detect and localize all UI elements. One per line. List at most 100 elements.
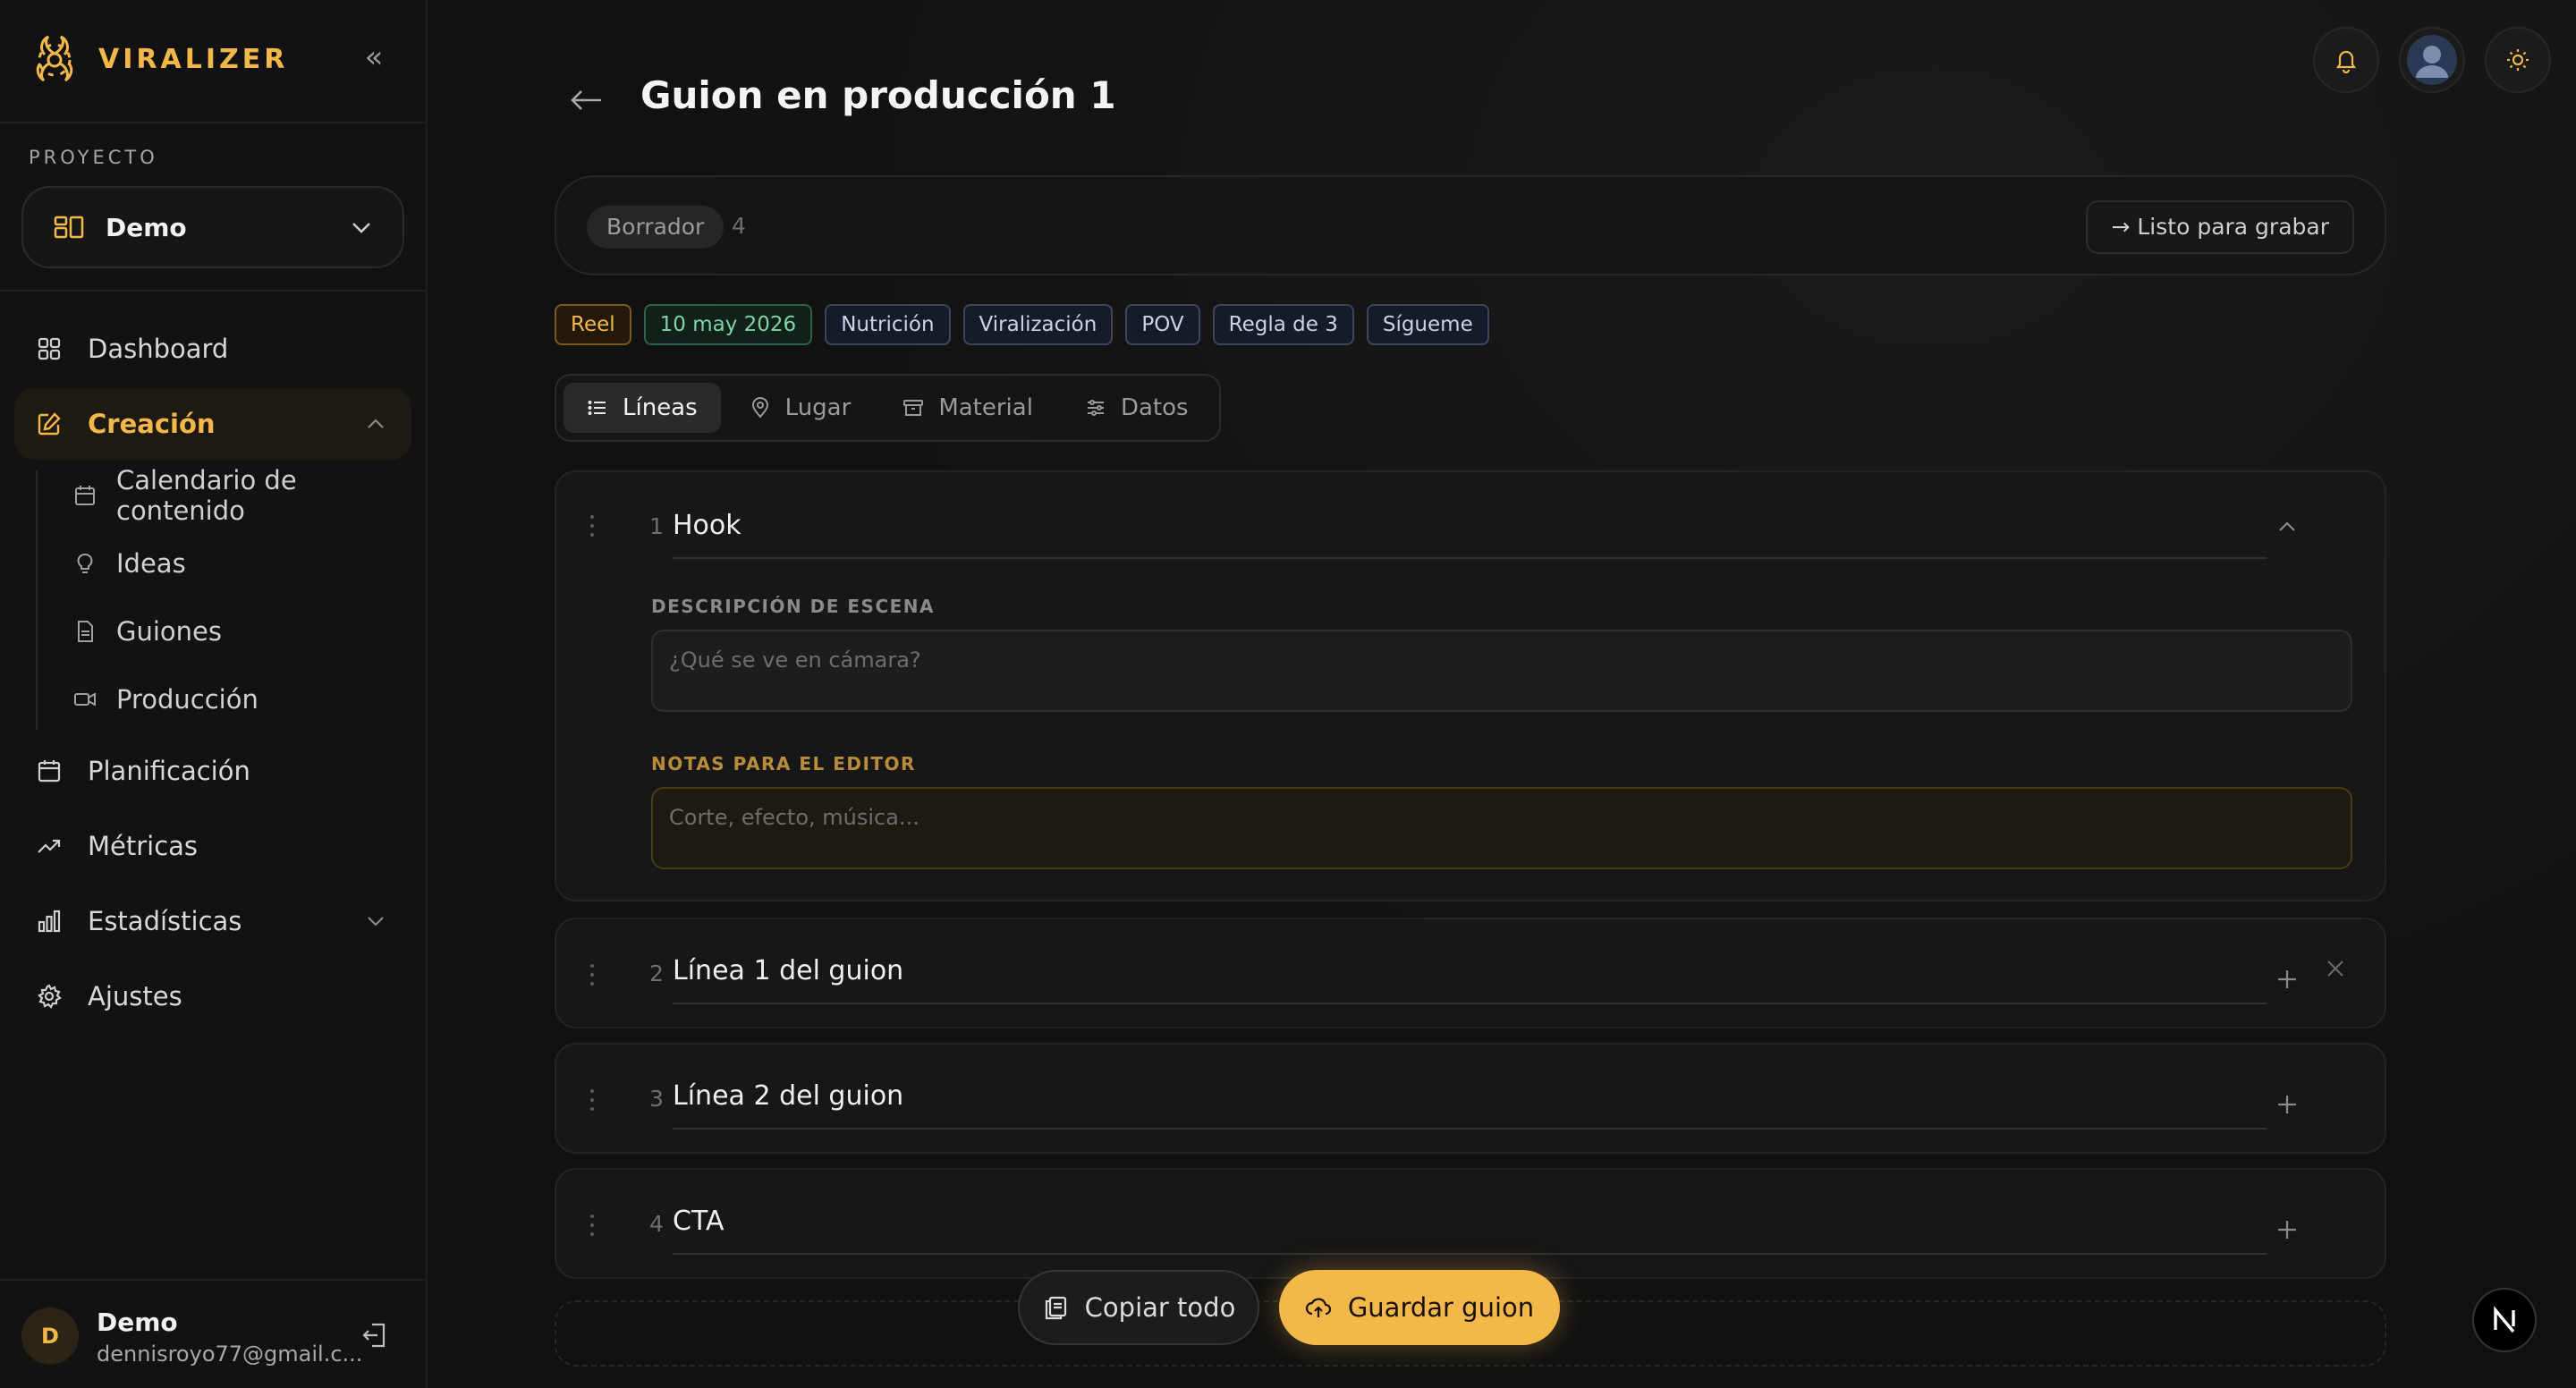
nav-metricas[interactable]: Métricas: [14, 810, 411, 882]
tag-format[interactable]: Reel: [555, 304, 631, 345]
user-avatar-icon: [2407, 35, 2457, 85]
n-logo-icon: [2494, 1306, 2515, 1333]
video-icon: [73, 688, 97, 711]
nav-dashboard[interactable]: Dashboard: [14, 313, 411, 385]
user-name: Demo: [97, 1308, 178, 1337]
gear-icon: [36, 983, 63, 1010]
script-line-card: 4 CTA: [555, 1168, 2386, 1279]
tag-style[interactable]: POV: [1125, 304, 1200, 345]
back-arrow-icon[interactable]: [567, 80, 606, 120]
nav-label: Ajustes: [88, 981, 182, 1011]
line-title-input[interactable]: CTA: [673, 1206, 2267, 1255]
status-badge[interactable]: Borrador: [587, 206, 724, 249]
chevron-up-icon[interactable]: [2274, 513, 2301, 540]
chevron-down-icon: [368, 917, 384, 927]
plus-icon[interactable]: [2274, 966, 2301, 993]
nav-estadisticas[interactable]: Estadísticas: [14, 885, 411, 957]
tab-lineas[interactable]: Líneas: [564, 383, 721, 433]
nav-label: Dashboard: [88, 334, 229, 364]
collapse-sidebar-icon[interactable]: «: [356, 39, 392, 75]
subnav-produccion[interactable]: Producción: [73, 673, 258, 726]
nav-label: Planificación: [88, 756, 250, 786]
editor-notes-input[interactable]: Corte, efecto, música...: [651, 787, 2352, 869]
subnav-label: Calendario de contenido: [116, 465, 297, 526]
nav-planificacion[interactable]: Planificación: [14, 735, 411, 807]
drag-handle-icon[interactable]: [589, 513, 596, 538]
project-label: PROYECTO: [29, 147, 158, 168]
line-number: 2: [649, 961, 664, 986]
tag-structure[interactable]: Regla de 3: [1212, 304, 1354, 345]
tab-label: Material: [938, 394, 1033, 421]
calendar-icon: [73, 484, 97, 507]
drag-handle-icon[interactable]: [589, 962, 596, 987]
subnav-line: [36, 470, 38, 730]
drag-handle-icon[interactable]: [589, 1213, 596, 1238]
logout-icon[interactable]: [360, 1320, 390, 1350]
sidebar: VIRALIZER « PROYECTO Demo Dashboard Crea…: [0, 0, 428, 1388]
sliders-icon: [1085, 397, 1106, 419]
next-dev-badge[interactable]: [2472, 1288, 2537, 1352]
chevron-up-icon: [368, 419, 384, 428]
clipboard-icon: [1042, 1294, 1069, 1321]
divider: [0, 122, 428, 123]
line-title-input[interactable]: Línea 1 del guion: [673, 955, 2267, 1004]
nav-label: Métricas: [88, 831, 199, 861]
theme-toggle-button[interactable]: [2485, 27, 2551, 93]
subnav-ideas[interactable]: Ideas: [73, 537, 186, 590]
project-name: Demo: [106, 212, 187, 242]
bell-icon: [2335, 50, 2357, 73]
tab-material[interactable]: Material: [879, 383, 1056, 433]
subnav-label: Ideas: [116, 548, 186, 579]
line-number: 4: [649, 1211, 664, 1237]
bar-chart-icon: [36, 908, 63, 935]
tag-cta[interactable]: Sígueme: [1366, 304, 1489, 345]
copy-all-button[interactable]: Copiar todo: [1018, 1270, 1259, 1345]
scene-description-label: DESCRIPCIÓN DE ESCENA: [651, 596, 936, 617]
profile-button[interactable]: [2399, 27, 2465, 93]
notifications-button[interactable]: [2313, 27, 2379, 93]
tag-goal[interactable]: Viralización: [962, 304, 1114, 345]
tab-lugar[interactable]: Lugar: [726, 383, 875, 433]
nav-ajustes[interactable]: Ajustes: [14, 961, 411, 1032]
line-title-input[interactable]: Línea 2 del guion: [673, 1080, 2267, 1130]
status-count: 4: [732, 213, 746, 239]
tag-topic[interactable]: Nutrición: [825, 304, 951, 345]
ready-to-record-button[interactable]: → Listo para grabar: [2086, 200, 2354, 254]
scene-description-input[interactable]: ¿Qué se ve en cámara?: [651, 630, 2352, 712]
map-pin-icon: [750, 397, 771, 419]
brand[interactable]: VIRALIZER: [29, 32, 288, 86]
subnav-label: Producción: [116, 684, 258, 715]
tab-datos[interactable]: Datos: [1062, 383, 1212, 433]
trending-up-icon: [36, 833, 63, 859]
user-box: D Demo dennisroyo77@gmail.c...: [0, 1279, 428, 1388]
drag-handle-icon[interactable]: [589, 1088, 596, 1113]
save-script-label: Guardar guion: [1347, 1292, 1535, 1323]
tag-date[interactable]: 10 may 2026: [643, 304, 813, 345]
plus-icon[interactable]: [2274, 1216, 2301, 1243]
kanban-icon: [54, 216, 84, 239]
editor-notes-label: NOTAS PARA EL EDITOR: [651, 753, 916, 774]
script-line-card: 3 Línea 2 del guion: [555, 1043, 2386, 1154]
file-text-icon: [73, 620, 97, 643]
line-number: 1: [649, 513, 664, 539]
tag-list: Reel 10 may 2026 Nutrición Viralización …: [555, 304, 1489, 345]
project-select[interactable]: Demo: [21, 186, 404, 268]
nav-label: Creación: [88, 409, 216, 439]
grid-icon: [36, 335, 63, 362]
save-script-button[interactable]: Guardar guion: [1279, 1270, 1560, 1345]
plus-icon[interactable]: [2274, 1091, 2301, 1118]
nav-creacion[interactable]: Creación: [14, 388, 411, 460]
biohazard-logo-icon: [36, 35, 73, 82]
script-line-card: 1 Hook DESCRIPCIÓN DE ESCENA ¿Qué se ve …: [555, 470, 2386, 901]
close-icon[interactable]: [2324, 957, 2347, 980]
avatar[interactable]: D: [21, 1308, 79, 1365]
script-line-card: 2 Línea 1 del guion: [555, 918, 2386, 1028]
lightbulb-icon: [73, 552, 97, 575]
tab-label: Líneas: [623, 394, 698, 421]
line-title-input[interactable]: Hook: [673, 510, 2267, 559]
cloud-upload-icon: [1305, 1294, 1332, 1321]
copy-all-label: Copiar todo: [1084, 1292, 1236, 1323]
nav-label: Estadísticas: [88, 906, 242, 936]
subnav-calendario[interactable]: Calendario de contenido: [73, 465, 426, 526]
subnav-guiones[interactable]: Guiones: [73, 605, 222, 658]
